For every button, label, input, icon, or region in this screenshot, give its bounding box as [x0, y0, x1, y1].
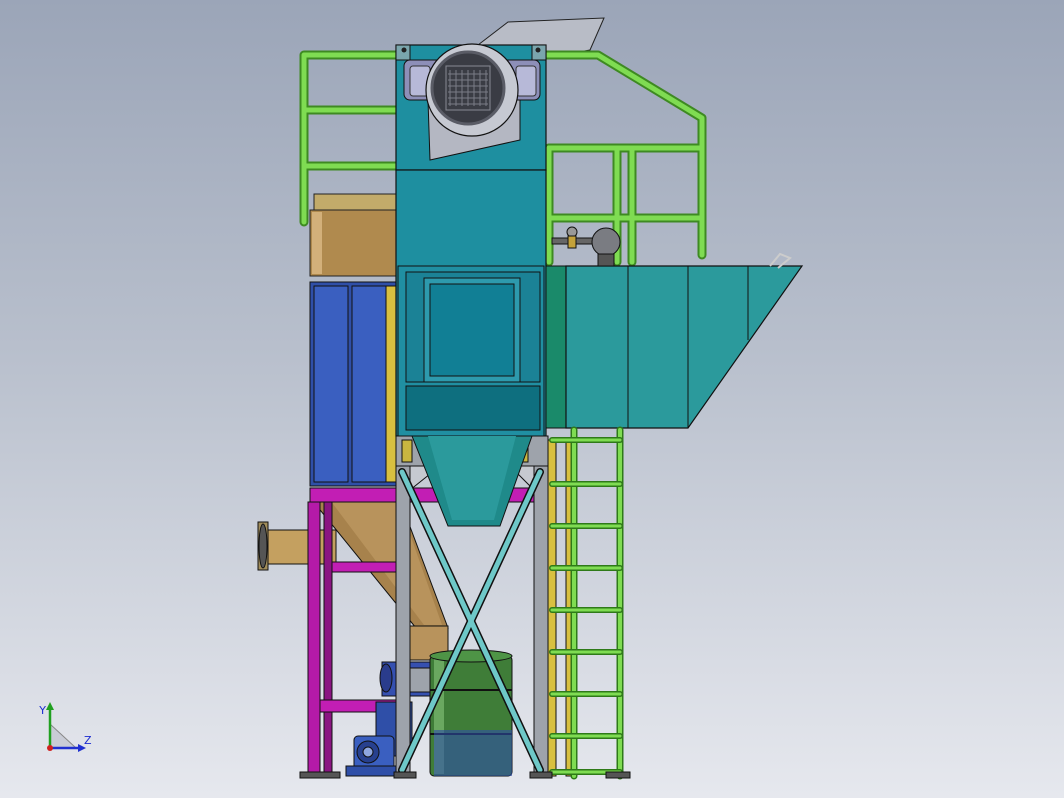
tan-tank: [309, 193, 399, 277]
inlet-hopper: [545, 252, 804, 429]
drum-shadow: [434, 730, 512, 776]
cad-viewport[interactable]: Y Z: [0, 0, 1064, 798]
triad-x-axis: [47, 745, 53, 751]
dust-collector-assembly[interactable]: Y Z: [0, 0, 1064, 798]
access-door: [405, 271, 541, 431]
filter-cartridges: [309, 281, 399, 487]
pressure-valve: [551, 226, 621, 267]
triad-plane: [49, 722, 78, 749]
triad-y-arrow: [46, 702, 54, 710]
triad-z-label: Z: [84, 734, 92, 747]
triad-y-label: Y: [38, 704, 46, 717]
collector-cone: [411, 435, 533, 527]
motor-pump: [345, 661, 435, 777]
orientation-triad: Y Z: [38, 702, 92, 752]
ladder: [549, 426, 624, 780]
